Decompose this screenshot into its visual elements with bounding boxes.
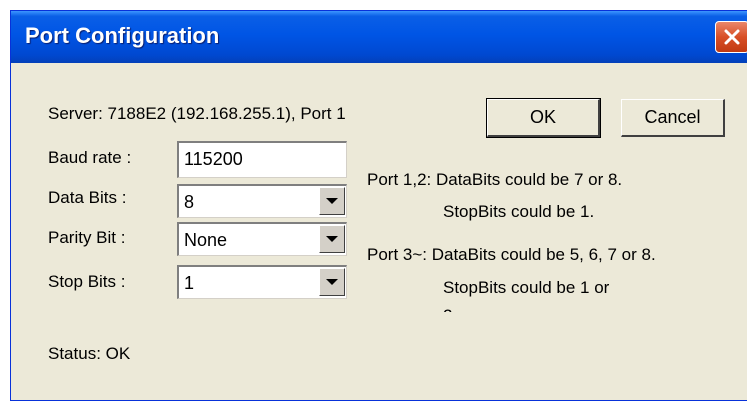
parity-bit-value: None [184,230,228,250]
chevron-down-icon [326,198,338,204]
port-configuration-dialog: Port Configuration Server: 7188E2 (192.1… [10,10,747,401]
baud-rate-label: Baud rate : [48,148,132,167]
port3-stopbits-note: StopBits could be 1 or [443,278,610,297]
title-bar[interactable]: Port Configuration [11,11,747,63]
chevron-down-icon [326,236,338,242]
dialog-body: Server: 7188E2 (192.168.255.1), Port 1 O… [11,63,747,400]
stop-bits-value: 1 [184,273,195,293]
data-bits-value: 8 [184,192,195,212]
stop-bits-label: Stop Bits : [48,272,126,291]
baud-rate-input[interactable]: 115200 [177,141,347,178]
cancel-button[interactable]: Cancel [621,99,725,137]
server-info: Server: 7188E2 (192.168.255.1), Port 1 [48,104,346,123]
close-button[interactable] [715,21,747,53]
data-bits-dropdown-button[interactable] [319,187,345,215]
port12-databits-note: Port 1,2: DataBits could be 7 or 8. [367,170,623,189]
port3-stopbits-note-line3: 2. [443,306,457,312]
ok-button[interactable]: OK [486,98,601,138]
dialog-title: Port Configuration [25,23,220,48]
port3-databits-note: Port 3~: DataBits could be 5, 6, 7 or 8. [367,245,656,264]
port12-stopbits-note: StopBits could be 1. [443,202,595,221]
stop-bits-select[interactable]: 1 [177,265,347,299]
parity-bit-label: Parity Bit : [48,228,126,247]
stop-bits-dropdown-button[interactable] [319,268,345,296]
parity-bit-dropdown-button[interactable] [319,225,345,253]
parity-bit-select[interactable]: None [177,222,347,256]
port3-stopbits-note-clipped: 2. [443,306,483,312]
status-text: Status: OK [48,344,131,363]
data-bits-label: Data Bits : [48,188,127,207]
chevron-down-icon [326,279,338,285]
baud-rate-value: 115200 [184,149,243,169]
data-bits-select[interactable]: 8 [177,184,347,218]
close-icon [724,29,740,45]
